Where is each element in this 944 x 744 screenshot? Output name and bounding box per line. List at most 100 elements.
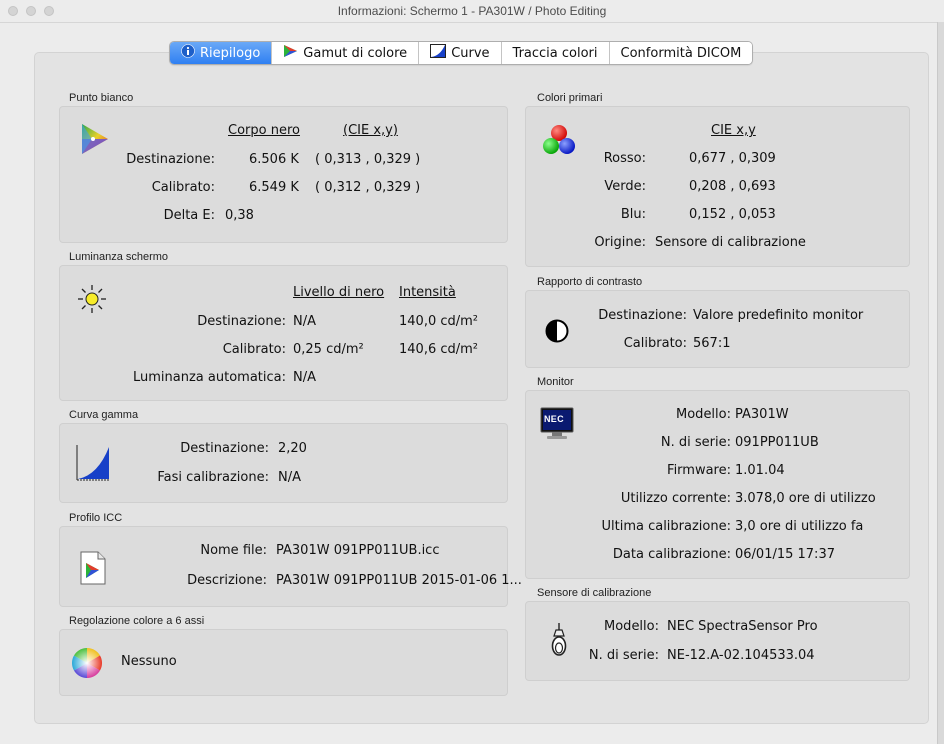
wp-target-xy: ( 0,313 , 0,329 ) xyxy=(315,152,421,167)
tab-summary-label: Riepilogo xyxy=(200,45,261,61)
gamma-box: Destinazione: 2,20 Fasi calibrazione: N/… xyxy=(59,423,508,503)
info-window: Informazioni: Schermo 1 - PA301W / Photo… xyxy=(0,0,944,744)
wp-calibrated-k: 6.549 K xyxy=(249,180,299,195)
origin-label: Origine: xyxy=(594,235,646,250)
tab-dicom[interactable]: Conformità DICOM xyxy=(609,42,753,64)
window-title: Informazioni: Schermo 1 - PA301W / Photo… xyxy=(337,4,607,18)
monitor-box: NEC Modello: PA301W N. di serie: 091PP01… xyxy=(525,390,910,579)
colorimeter-icon xyxy=(551,623,567,661)
monitor-caldate-value: 06/01/15 17:37 xyxy=(735,547,835,562)
monitor-firmware-value: 1.01.04 xyxy=(735,463,785,478)
lum-target-intensity: 140,0 cd/m² xyxy=(399,314,479,329)
icc-file-label: Nome file: xyxy=(200,543,267,558)
tab-bar: Riepilogo Gamut di colore Curve Traccia … xyxy=(169,41,754,65)
gamma-curve-icon xyxy=(76,445,110,485)
icc-desc-label: Descrizione: xyxy=(187,573,267,588)
white-point-box: Corpo nero (CIE x,y) Destinazione: 6.506… xyxy=(59,106,508,243)
monitor-icon: NEC xyxy=(540,407,574,441)
sensor-title: Sensore di calibrazione xyxy=(537,587,652,599)
color-triangle-icon xyxy=(80,122,110,160)
tab-dicom-label: Conformità DICOM xyxy=(620,45,742,61)
blackbody-header: Corpo nero xyxy=(228,123,300,138)
six-axis-box: Nessuno xyxy=(59,629,508,696)
gamma-steps-label: Fasi calibrazione: xyxy=(157,470,269,485)
white-point-title: Punto bianco xyxy=(69,92,134,104)
tab-color-tracking-label: Traccia colori xyxy=(512,45,598,61)
contrast-calibrated-label: Calibrato: xyxy=(623,336,687,351)
tab-gamut[interactable]: Gamut di colore xyxy=(272,42,420,64)
nec-logo: NEC xyxy=(544,414,564,424)
monitor-model-label: Modello: xyxy=(676,407,731,422)
sensor-box: Modello: NEC SpectraSensor Pro N. di ser… xyxy=(525,601,910,681)
tab-curves[interactable]: Curve xyxy=(419,42,502,64)
contrast-target-value: Valore predefinito monitor xyxy=(693,308,864,323)
wp-target-label: Destinazione: xyxy=(126,152,215,167)
contrast-title: Rapporto di contrasto xyxy=(537,276,643,288)
contrast-icon xyxy=(545,319,569,347)
black-level-header: Livello di nero xyxy=(293,285,385,300)
info-icon xyxy=(181,44,195,62)
origin-value: Sensore di calibrazione xyxy=(655,235,806,250)
tab-color-tracking[interactable]: Traccia colori xyxy=(501,42,610,64)
contrast-target-label: Destinazione: xyxy=(598,308,687,323)
monitor-lastcal-label: Ultima calibrazione: xyxy=(601,519,731,534)
monitor-caldate-label: Data calibrazione: xyxy=(612,547,731,562)
title-bar: Informazioni: Schermo 1 - PA301W / Photo… xyxy=(0,0,944,23)
six-axis-value: Nessuno xyxy=(121,654,177,669)
icc-title: Profilo ICC xyxy=(69,512,123,524)
wp-calibrated-xy: ( 0,312 , 0,329 ) xyxy=(315,180,421,195)
cie-header: (CIE x,y) xyxy=(343,123,398,138)
primaries-cie-header: CIE x,y xyxy=(711,123,756,138)
contrast-box: Destinazione: Valore predefinito monitor… xyxy=(525,290,910,368)
wp-target-k: 6.506 K xyxy=(249,152,299,167)
rgb-circles-icon xyxy=(541,124,577,160)
monitor-title: Monitor xyxy=(537,376,574,388)
wp-delta-label: Delta E: xyxy=(163,208,215,223)
lum-auto-value: N/A xyxy=(293,370,316,385)
gamut-triangle-icon xyxy=(283,44,298,62)
sensor-serial-label: N. di serie: xyxy=(588,648,659,663)
green-value: 0,208 , 0,693 xyxy=(689,179,776,194)
tab-gamut-label: Gamut di colore xyxy=(303,45,408,61)
lum-calibrated-black: 0,25 cd/m² xyxy=(293,342,364,357)
gamma-title: Curva gamma xyxy=(69,409,139,421)
sensor-model-label: Modello: xyxy=(604,619,659,634)
monitor-firmware-label: Firmware: xyxy=(667,463,731,478)
green-label: Verde: xyxy=(604,179,646,194)
window-edge xyxy=(937,22,944,744)
icc-desc-value: PA301W 091PP011UB 2015-01-06 1... xyxy=(276,573,522,588)
icc-box: Nome file: PA301W 091PP011UB.icc Descriz… xyxy=(59,526,522,607)
gamma-steps-value: N/A xyxy=(278,470,301,485)
gamma-target-value: 2,20 xyxy=(278,441,307,456)
lum-target-black: N/A xyxy=(293,314,316,329)
lum-target-label: Destinazione: xyxy=(197,314,286,329)
sensor-serial-value: NE-12.A-02.104533.04 xyxy=(667,648,815,663)
wp-delta-value: 0,38 xyxy=(225,208,254,223)
icc-file-value: PA301W 091PP011UB.icc xyxy=(276,543,440,558)
curve-icon xyxy=(430,44,447,62)
sun-icon xyxy=(77,284,107,318)
tab-summary[interactable]: Riepilogo xyxy=(170,42,273,64)
red-value: 0,677 , 0,309 xyxy=(689,151,776,166)
contrast-calibrated-value: 567:1 xyxy=(693,336,731,351)
sensor-model-value: NEC SpectraSensor Pro xyxy=(667,619,818,634)
gamma-target-label: Destinazione: xyxy=(180,441,269,456)
lum-calibrated-label: Calibrato: xyxy=(222,342,286,357)
six-axis-title: Regolazione colore a 6 assi xyxy=(69,615,205,627)
lum-auto-label: Luminanza automatica: xyxy=(133,370,286,385)
tab-curves-label: Curve xyxy=(451,45,490,61)
blue-value: 0,152 , 0,053 xyxy=(689,207,776,222)
monitor-usage-value: 3.078,0 ore di utilizzo xyxy=(735,491,876,506)
color-wheel-icon xyxy=(70,646,104,684)
luminance-title: Luminanza schermo xyxy=(69,251,169,263)
wp-calibrated-label: Calibrato: xyxy=(151,180,215,195)
luminance-box: Livello di nero Intensità Destinazione: … xyxy=(59,265,508,401)
primaries-title: Colori primari xyxy=(537,92,603,104)
icc-file-icon xyxy=(80,551,106,589)
monitor-lastcal-value: 3,0 ore di utilizzo fa xyxy=(735,519,864,534)
primaries-box: CIE x,y Rosso: 0,677 , 0,309 Verde: 0,20… xyxy=(525,106,910,267)
red-label: Rosso: xyxy=(603,151,646,166)
intensity-header: Intensità xyxy=(399,285,456,300)
monitor-model-value: PA301W xyxy=(735,407,789,422)
lum-calibrated-intensity: 140,6 cd/m² xyxy=(399,342,479,357)
